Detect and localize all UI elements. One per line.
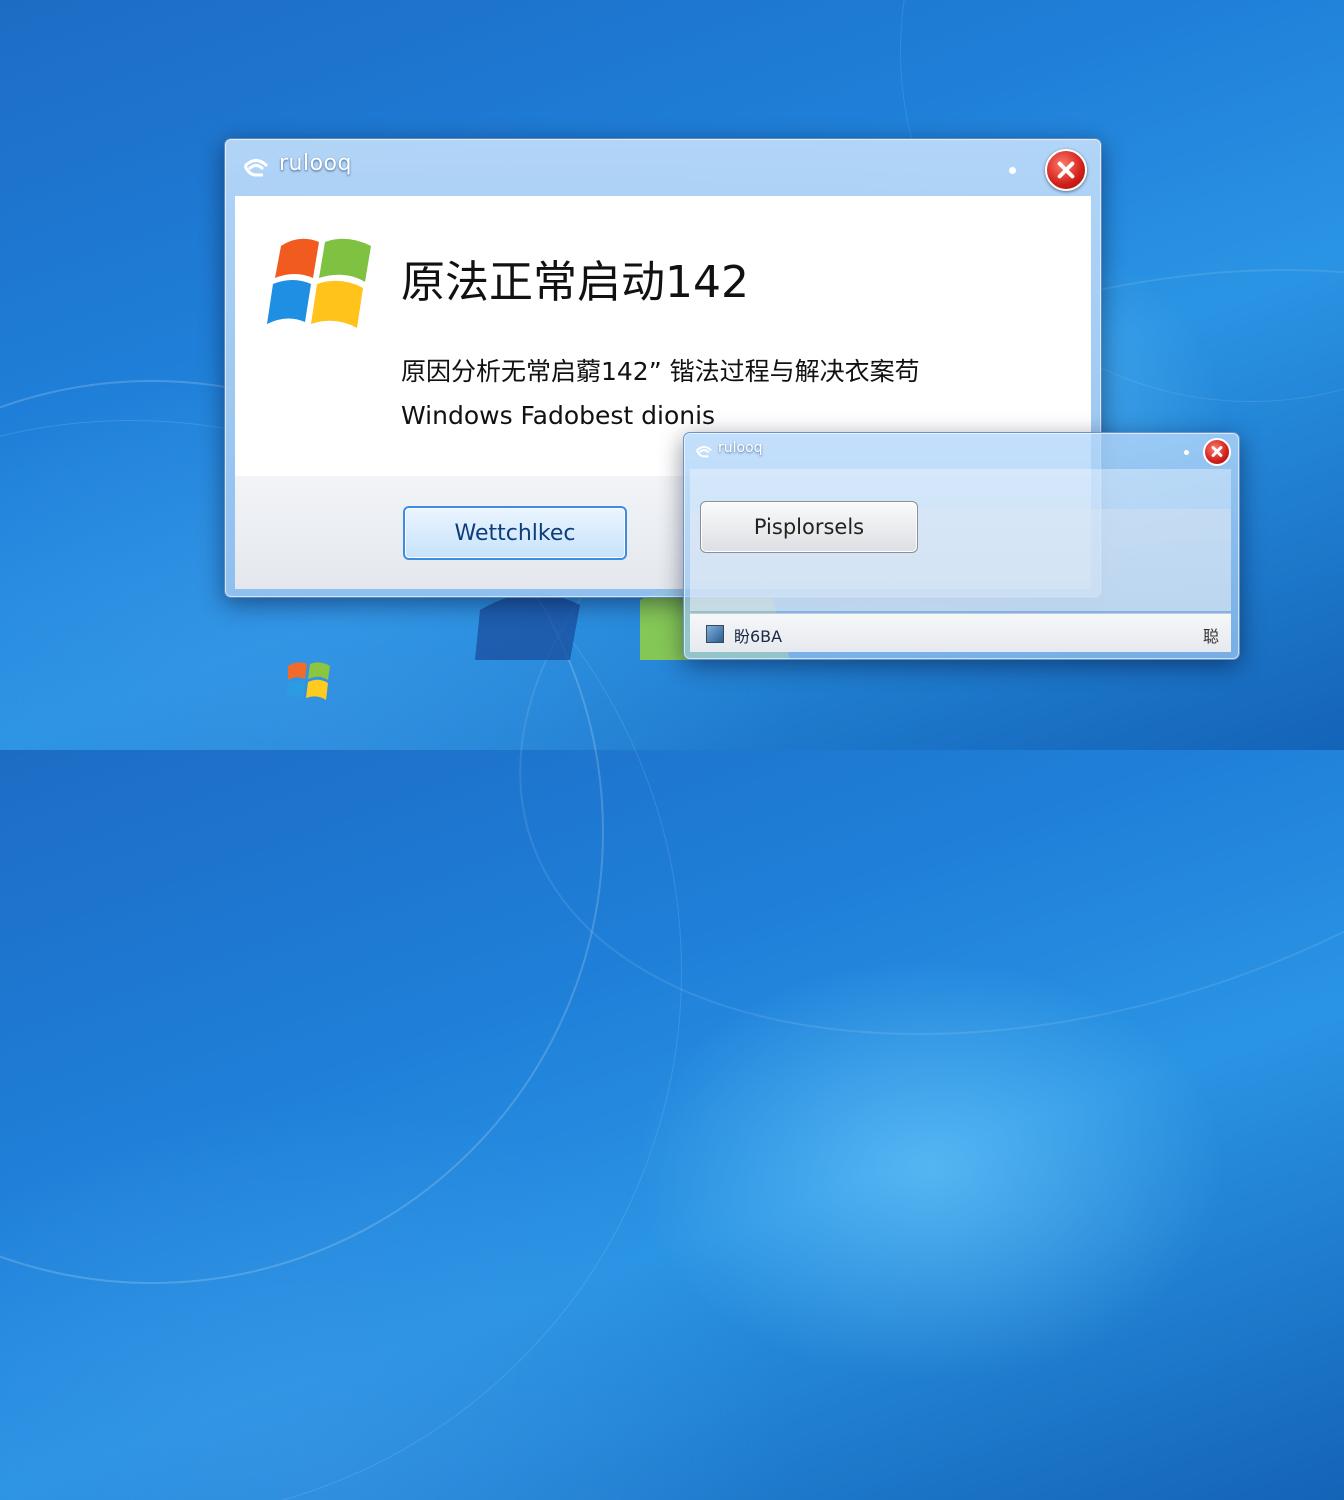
- secondary-dialog: rulooq Pisplorsels 盼6BA 聪: [683, 432, 1240, 660]
- wifi-logo-icon: [695, 445, 712, 458]
- status-text: 盼6BA: [734, 627, 783, 646]
- wifi-logo-icon: [243, 159, 269, 177]
- secondary-content: Pisplorsels: [690, 469, 1231, 611]
- status-bar: 盼6BA 聪: [690, 613, 1231, 652]
- secondary-button[interactable]: Pisplorsels: [700, 501, 918, 553]
- error-subtext: Windows Fadobest dionis: [401, 401, 716, 430]
- desktop-small-windows-logo-icon: [286, 662, 330, 700]
- close-button[interactable]: [1045, 149, 1087, 191]
- titlebar-dot: [1184, 450, 1189, 455]
- secondary-title: rulooq: [718, 440, 763, 456]
- image-icon: [706, 625, 724, 643]
- close-button[interactable]: [1203, 438, 1231, 466]
- primary-button[interactable]: Wettchlke‌c: [403, 506, 627, 560]
- windows-logo-icon: [267, 238, 371, 328]
- dialog-titlebar[interactable]: rulooq: [225, 139, 1101, 195]
- error-heading: 原法正常启动142: [401, 257, 749, 308]
- status-right-text: 聪: [1202, 627, 1219, 646]
- titlebar-dot: [1009, 167, 1016, 174]
- secondary-titlebar[interactable]: rulooq: [684, 433, 1239, 467]
- error-description: 原因分析无常启藭142” 锴法过程与解决衣案苟: [401, 357, 920, 386]
- dialog-title: rulooq: [279, 151, 352, 176]
